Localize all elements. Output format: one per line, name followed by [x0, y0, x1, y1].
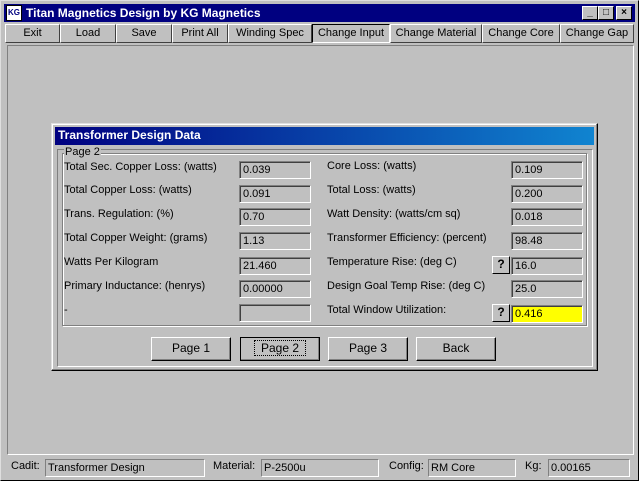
field-total-loss: 0.200: [511, 185, 583, 203]
label-total-loss: Total Loss: (watts): [327, 184, 416, 196]
field-blank: [239, 304, 311, 322]
close-button[interactable]: ×: [616, 6, 632, 20]
field-total-sec-copper-loss: 0.039: [239, 161, 311, 179]
field-temperature-rise: 16.0: [511, 257, 583, 275]
field-design-goal-temp-rise: 25.0: [511, 280, 583, 298]
main-window: KG Titan Magnetics Design by KG Magnetic…: [0, 0, 639, 481]
status-cadit-value: Transformer Design: [45, 459, 205, 477]
status-material-value: P-2500u: [261, 459, 379, 477]
label-core-loss: Core Loss: (watts): [327, 160, 417, 172]
group-label: Page 2: [64, 146, 101, 158]
status-material-label: Material:: [213, 460, 256, 472]
window-utilization-help-button[interactable]: ?: [492, 304, 510, 322]
page-2-button[interactable]: Page 2: [240, 337, 320, 361]
label-watt-density: Watt Density: (watts/cm sq): [327, 208, 461, 220]
status-cadit-label: Cadit:: [11, 460, 40, 472]
label-total-window-utilization: Total Window Utilization:: [327, 304, 447, 316]
field-watts-per-kilogram: 21.460: [239, 257, 311, 275]
label-total-copper-weight: Total Copper Weight: (grams): [64, 232, 208, 244]
field-core-loss: 0.109: [511, 161, 583, 179]
save-button[interactable]: Save: [116, 24, 172, 43]
page-2-button-label: Page 2: [253, 340, 307, 356]
page-1-button[interactable]: Page 1: [151, 337, 231, 361]
app-icon[interactable]: KG: [6, 5, 22, 21]
field-total-copper-loss: 0.091: [239, 185, 311, 203]
status-config-value: RM Core: [428, 459, 516, 477]
label-primary-inductance: Primary Inductance: (henrys): [64, 280, 206, 292]
label-total-sec-copper-loss: Total Sec. Copper Loss: (watts): [64, 161, 217, 173]
label-transformer-efficiency: Transformer Efficiency: (percent): [327, 232, 487, 244]
exit-button[interactable]: Exit: [5, 24, 60, 43]
status-config-label: Config:: [389, 460, 424, 472]
label-total-copper-loss: Total Copper Loss: (watts): [64, 184, 192, 196]
change-gap-button[interactable]: Change Gap: [560, 24, 634, 43]
change-material-button[interactable]: Change Material: [390, 24, 482, 43]
label-temperature-rise: Temperature Rise: (deg C): [327, 256, 457, 268]
temperature-rise-help-button[interactable]: ?: [492, 256, 510, 274]
menu-bar: Exit Load Save Print All Winding Spec Ch…: [5, 24, 635, 43]
change-input-button[interactable]: Change Input: [312, 24, 390, 43]
field-trans-regulation: 0.70: [239, 208, 311, 226]
minimize-button[interactable]: _: [582, 6, 598, 20]
maximize-button[interactable]: □: [598, 6, 614, 20]
back-button[interactable]: Back: [416, 337, 496, 361]
window-title: Titan Magnetics Design by KG Magnetics: [26, 6, 261, 20]
label-blank: -: [64, 304, 68, 316]
change-core-button[interactable]: Change Core: [482, 24, 560, 43]
print-all-button[interactable]: Print All: [172, 24, 228, 43]
page-3-button[interactable]: Page 3: [328, 337, 408, 361]
label-trans-regulation: Trans. Regulation: (%): [64, 208, 174, 220]
field-watt-density: 0.018: [511, 208, 583, 226]
transformer-design-dialog: Transformer Design Data Page 2 Total Sec…: [51, 123, 598, 371]
title-bar[interactable]: KG Titan Magnetics Design by KG Magnetic…: [4, 4, 635, 22]
winding-spec-button[interactable]: Winding Spec: [228, 24, 312, 43]
dialog-title: Transformer Design Data: [55, 127, 594, 145]
status-kg-value: 0.00165: [548, 459, 630, 477]
field-total-window-utilization: 0.416: [511, 305, 583, 323]
label-watts-per-kilogram: Watts Per Kilogram: [64, 256, 159, 268]
label-design-goal-temp-rise: Design Goal Temp Rise: (deg C): [327, 280, 486, 292]
load-button[interactable]: Load: [60, 24, 116, 43]
field-transformer-efficiency: 98.48: [511, 232, 583, 250]
status-bar: Cadit: Transformer Design Material: P-25…: [5, 458, 635, 478]
field-total-copper-weight: 1.13: [239, 232, 311, 250]
status-kg-label: Kg:: [525, 460, 542, 472]
field-primary-inductance: 0.00000: [239, 280, 311, 298]
